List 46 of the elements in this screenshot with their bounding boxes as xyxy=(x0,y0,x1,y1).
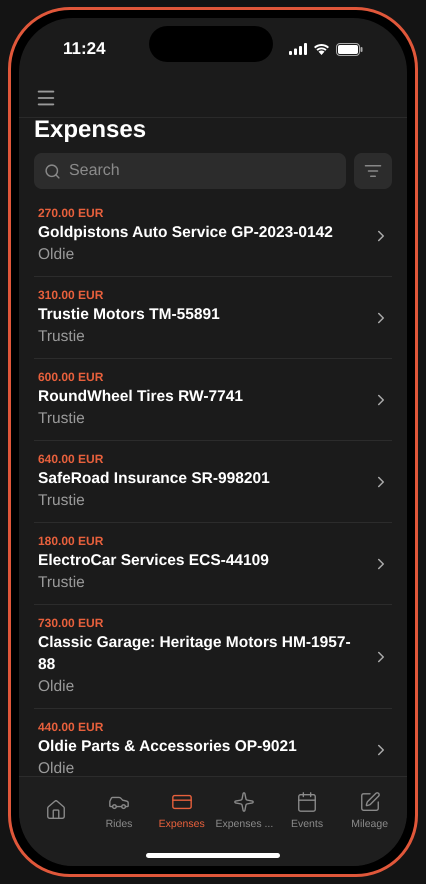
tab[interactable]: Rides xyxy=(88,791,150,833)
page-title: Expenses xyxy=(34,115,148,145)
expense-item[interactable]: 600.00 EUR RoundWheel Tires RW-7741 Trustie xyxy=(34,359,392,441)
expense-item[interactable]: 640.00 EUR SafeRoad Insurance SR-998201 Trustie xyxy=(34,441,392,523)
home-icon xyxy=(45,799,68,821)
tab[interactable]: Events xyxy=(276,791,338,833)
expense-name: ElectroCar Services ECS-44109 xyxy=(38,551,270,571)
signal-icon xyxy=(289,43,307,55)
expense-amount: 440.00 EUR xyxy=(38,719,104,735)
expense-owner: Trustie xyxy=(38,327,86,347)
sparkle-icon xyxy=(233,791,256,813)
search-icon xyxy=(44,163,61,180)
expense-item[interactable]: 180.00 EUR ElectroCar Services ECS-44109 Trustie xyxy=(34,523,392,605)
expense-item[interactable]: 440.00 EUR Oldie Parts & Accessories OP-9021 Oldie xyxy=(34,709,392,776)
expense-owner: Trustie xyxy=(38,491,86,511)
expense-amount: 180.00 EUR xyxy=(38,533,104,549)
expense-item[interactable]: 270.00 EUR Goldpistons Auto Service GP-2023-0142 Oldie xyxy=(34,195,392,277)
battery-icon xyxy=(336,42,363,56)
expense-name: SafeRoad Insurance SR-998201 xyxy=(38,469,271,489)
tab[interactable]: Expenses ... xyxy=(213,791,276,833)
pencil-icon xyxy=(358,791,381,813)
filter-button[interactable] xyxy=(354,153,392,189)
expense-item[interactable]: 730.00 EUR Classic Garage: Heritage Motors HM-1957-88 Oldie xyxy=(34,605,392,709)
expense-owner: Trustie xyxy=(38,573,86,593)
expense-amount: 640.00 EUR xyxy=(38,451,104,467)
expense-owner: Oldie xyxy=(38,677,76,697)
wifi-icon xyxy=(313,43,330,55)
expense-amount: 310.00 EUR xyxy=(38,287,104,303)
search-field[interactable]: Search xyxy=(34,153,346,189)
tab[interactable]: Expenses xyxy=(150,791,214,833)
expense-item[interactable]: 310.00 EUR Trustie Motors TM-55891 Trustie xyxy=(34,277,392,359)
expense-name: Oldie Parts & Accessories OP-9021 xyxy=(38,737,298,757)
expense-name: RoundWheel Tires RW-7741 xyxy=(38,387,244,407)
status-time: 11:24 xyxy=(63,38,106,60)
expense-name: Trustie Motors TM-55891 xyxy=(38,305,221,325)
tab[interactable]: Mileage xyxy=(338,791,402,833)
expense-amount: 600.00 EUR xyxy=(38,369,104,385)
expense-name: Classic Garage: Heritage Motors HM-1957-88 xyxy=(38,633,352,675)
expense-amount: 730.00 EUR xyxy=(38,615,104,631)
expense-amount: 270.00 EUR xyxy=(38,205,104,221)
calendar-icon xyxy=(296,791,318,813)
filter-icon xyxy=(364,162,382,180)
expense-owner: Oldie xyxy=(38,759,76,776)
expense-owner: Trustie xyxy=(38,409,86,429)
expense-name: Goldpistons Auto Service GP-2023-0142 xyxy=(38,223,334,243)
expense-owner: Oldie xyxy=(38,245,76,265)
